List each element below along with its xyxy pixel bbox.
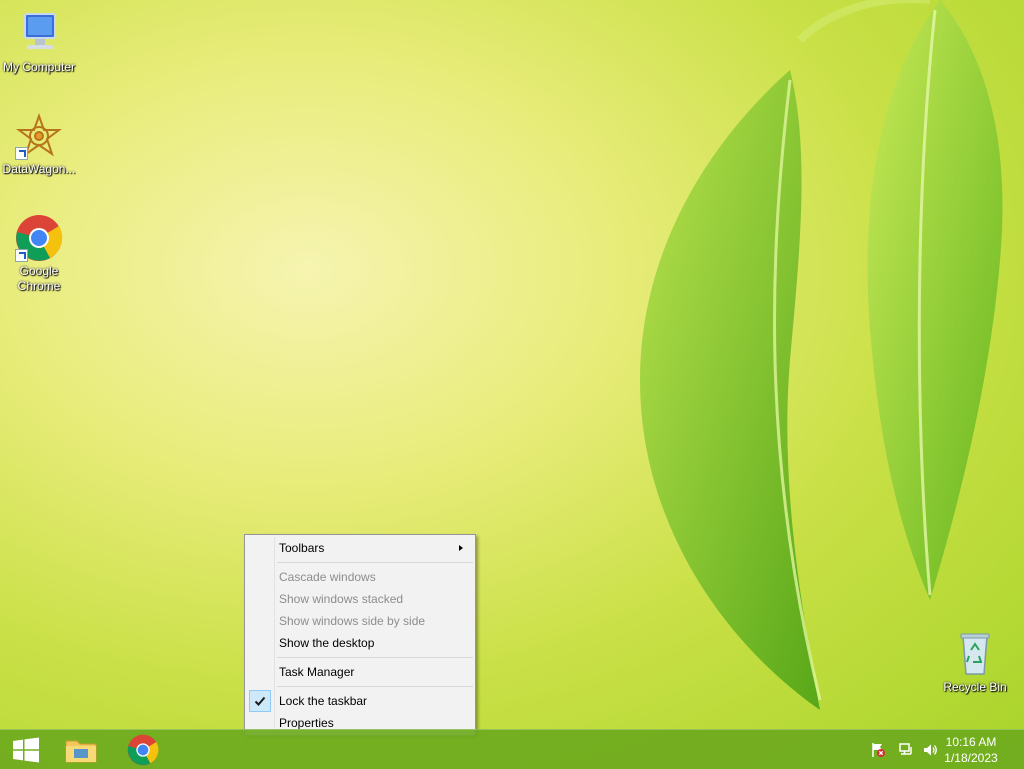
menu-separator	[277, 686, 473, 687]
system-tray: 10:16 AM 1/18/2023	[854, 730, 1024, 769]
menu-item-label: Task Manager	[279, 665, 355, 679]
menu-item-show-windows-stacked[interactable]: Show windows stacked	[247, 588, 473, 610]
datawagon-icon	[15, 112, 63, 160]
menu-item-label: Properties	[279, 716, 334, 730]
menu-item-lock-the-taskbar[interactable]: Lock the taskbar	[247, 690, 473, 712]
file-explorer-icon	[65, 740, 97, 762]
taskbar[interactable]: 10:16 AM 1/18/2023	[0, 729, 1024, 769]
chrome-icon	[15, 214, 63, 262]
menu-item-show-windows-side-by-side[interactable]: Show windows side by side	[247, 610, 473, 632]
taskbar-google-chrome[interactable]	[117, 730, 169, 769]
menu-item-toolbars[interactable]: Toolbars	[247, 537, 473, 559]
chrome-icon	[127, 734, 159, 765]
network-icon[interactable]	[898, 742, 914, 758]
desktop-icon-label: DataWagon...	[2, 162, 76, 176]
menu-item-task-manager[interactable]: Task Manager	[247, 661, 473, 683]
menu-item-label: Show windows side by side	[279, 614, 426, 628]
desktop-icon-label: My Computer	[2, 60, 76, 74]
taskbar-file-explorer[interactable]	[55, 730, 107, 769]
shortcut-arrow-icon	[15, 249, 28, 262]
action-center-flag-icon[interactable]	[870, 742, 886, 758]
clock-time: 10:16 AM	[945, 735, 997, 749]
taskbar-clock[interactable]: 10:16 AM 1/18/2023	[936, 734, 1006, 766]
recycle-bin-icon	[951, 630, 999, 678]
computer-icon	[15, 10, 63, 58]
menu-item-label: Show the desktop	[279, 636, 375, 650]
menu-item-label: Show windows stacked	[279, 592, 404, 606]
taskbar-context-menu: Toolbars Cascade windows Show windows st…	[244, 534, 476, 736]
menu-item-label: Toolbars	[279, 541, 325, 555]
clock-date: 1/18/2023	[944, 751, 998, 765]
desktop-icon-my-computer[interactable]: My Computer	[1, 10, 77, 75]
wallpaper	[640, 0, 1003, 710]
menu-separator	[277, 657, 473, 658]
menu-item-cascade-windows[interactable]: Cascade windows	[247, 566, 473, 588]
desktop-icon-label: Recycle Bin	[943, 680, 1007, 694]
menu-item-label: Lock the taskbar	[279, 694, 368, 708]
shortcut-arrow-icon	[15, 147, 28, 160]
menu-item-label: Cascade windows	[279, 570, 376, 584]
menu-separator	[277, 562, 473, 563]
start-button[interactable]	[0, 730, 52, 769]
menu-item-show-the-desktop[interactable]: Show the desktop	[247, 632, 473, 654]
windows-start-icon	[13, 737, 39, 762]
desktop-icon-google-chrome[interactable]: Google Chrome	[1, 214, 77, 294]
desktop-icon-label: Google Chrome	[17, 264, 61, 293]
submenu-arrow-icon	[459, 545, 463, 551]
desktop-icon-datawagon[interactable]: DataWagon...	[1, 112, 77, 177]
checkmark-icon	[249, 690, 271, 712]
desktop-icon-recycle-bin[interactable]: Recycle Bin	[937, 630, 1013, 695]
